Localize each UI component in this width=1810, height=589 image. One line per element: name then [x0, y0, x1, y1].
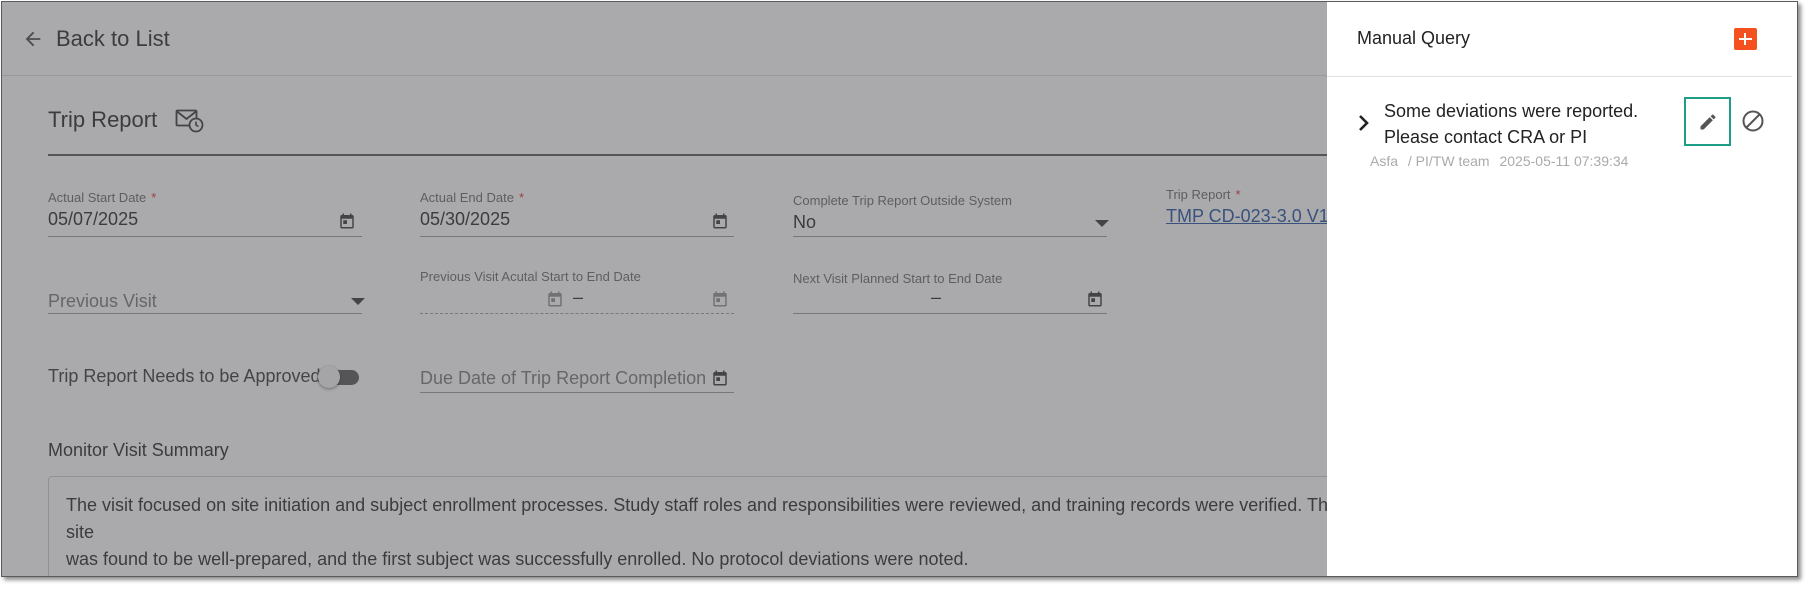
previous-range-underline [420, 313, 734, 314]
query-author: Asfa [1370, 153, 1399, 169]
panel-divider [1327, 76, 1792, 77]
query-text: Some deviations were reported. Please co… [1384, 101, 1639, 147]
calendar-icon[interactable] [711, 369, 729, 387]
due-date-input[interactable]: Due Date of Trip Report Completion [420, 368, 706, 389]
chevron-down-icon[interactable] [351, 298, 365, 305]
previous-range-label: Previous Visit Acutal Start to End Date [420, 269, 641, 284]
manual-query-panel: Manual Query Some deviations were report… [1327, 2, 1797, 576]
trip-report-link[interactable]: TMP CD-023-3.0 V1 [1166, 206, 1329, 227]
outside-system-underline [793, 236, 1107, 237]
next-range-label: Next Visit Planned Start to End Date [793, 271, 1003, 286]
actual-start-underline [48, 236, 362, 237]
panel-title: Manual Query [1357, 28, 1471, 48]
calendar-icon[interactable] [711, 212, 729, 230]
calendar-icon [548, 291, 562, 307]
pencil-icon [1700, 114, 1716, 130]
add-query-button[interactable] [1734, 28, 1757, 50]
summary-text: The visit focused on site initiation and… [66, 495, 1338, 569]
needs-approval-toggle-knob[interactable] [318, 366, 340, 388]
previous-visit-select[interactable]: Previous Visit [48, 291, 157, 312]
calendar-icon[interactable] [1086, 290, 1104, 308]
mail-clock-icon[interactable] [175, 108, 205, 134]
query-team: / PI/TW team [1407, 153, 1490, 169]
back-to-list-link[interactable]: Back to List [56, 26, 170, 52]
calendar-icon[interactable] [338, 212, 356, 230]
due-date-underline [420, 392, 734, 393]
outside-system-select[interactable]: No [793, 212, 816, 233]
calendar-icon [713, 291, 727, 307]
previous-visit-underline [48, 313, 362, 314]
app-window: Back to List Trip Report Actual Start Da… [1, 1, 1798, 577]
summary-label: Monitor Visit Summary [48, 440, 229, 460]
outside-system-label: Complete Trip Report Outside System [793, 193, 1012, 208]
section-divider [48, 154, 1327, 156]
top-bar: Back to List [2, 2, 1327, 76]
query-meta: Asfa / PI/TW team 2025-05-11 07:39:34 [1370, 153, 1628, 169]
actual-start-label: Actual Start Date * [48, 190, 157, 205]
arrow-left-icon[interactable] [22, 28, 44, 50]
actual-end-label: Actual End Date * [420, 190, 525, 205]
section-title: Trip Report [48, 107, 158, 132]
block-icon[interactable] [1741, 109, 1765, 133]
needs-approval-label: Trip Report Needs to be Approved [48, 366, 321, 386]
actual-start-input[interactable]: 05/07/2025 [48, 209, 138, 230]
chevron-right-icon[interactable] [1357, 114, 1371, 132]
trip-report-label: Trip Report * [1166, 187, 1241, 202]
next-range-underline [793, 313, 1107, 314]
previous-range-separator: – [573, 287, 584, 307]
trip-report-page: Back to List Trip Report Actual Start Da… [2, 2, 1348, 576]
edit-query-button[interactable] [1684, 97, 1731, 146]
query-timestamp: 2025-05-11 07:39:34 [1499, 153, 1629, 169]
actual-end-underline [420, 236, 734, 237]
actual-end-input[interactable]: 05/30/2025 [420, 209, 510, 230]
next-range-separator: – [931, 287, 942, 307]
chevron-down-icon[interactable] [1095, 220, 1109, 227]
